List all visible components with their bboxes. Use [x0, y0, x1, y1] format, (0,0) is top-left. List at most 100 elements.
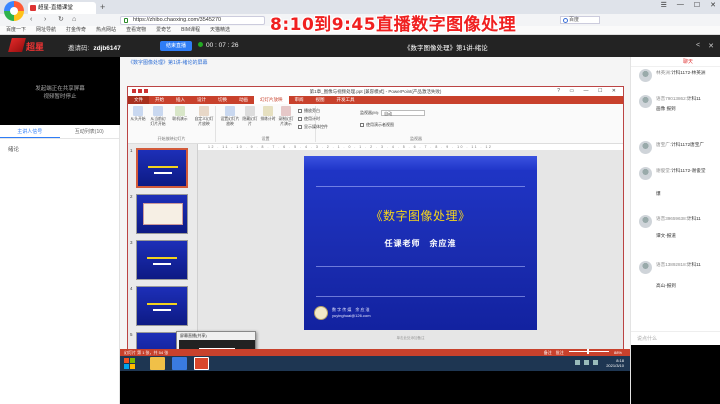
notes-comments-toggle[interactable]: 备注 批注 [544, 350, 564, 355]
rehearse-timings-button[interactable]: 排练计时 [260, 106, 276, 122]
window-controls: ☰ — ☐ ✕ [661, 1, 716, 9]
present-online-button[interactable]: 联机演示 [172, 106, 188, 122]
forward-icon[interactable]: › [44, 15, 46, 25]
undo-icon[interactable] [138, 89, 142, 93]
bookmark-item[interactable]: BIM课程 [181, 26, 200, 34]
thumbnail-image[interactable] [136, 148, 188, 188]
ribbon-group-label: 监视器 [410, 136, 422, 141]
bookmark-item[interactable]: 打金传奇 [66, 26, 86, 34]
ppt-tab-developer[interactable]: 开发工具 [331, 96, 361, 104]
hide-slide-button[interactable]: 隐藏幻灯片 [242, 106, 258, 126]
chat-author: 语音79013862:计科11 [656, 96, 701, 101]
maximize-icon[interactable]: ☐ [694, 1, 700, 9]
minimize-icon[interactable]: — [677, 1, 684, 9]
url-text: https://zhibo.chaoxing.com/3545270 [133, 17, 222, 23]
current-slide[interactable]: 《数字图像处理》 任课老师 余应淮 数 字 传 媒 余 应 淮 yuyinghu… [304, 156, 537, 330]
ppt-status-bar: 幻灯片 第 1 张，共 54 张 备注 批注 88% [120, 349, 630, 356]
monitor-select-value[interactable]: 自动 [381, 110, 426, 116]
thumbnail-image[interactable] [136, 286, 188, 326]
ppt-tab-home[interactable]: 开始 [149, 96, 170, 104]
breadcrumb[interactable]: 《数字图像处理》第1讲-绪论的屏幕 [128, 59, 207, 66]
bookmark-item[interactable]: 查看宠物 [126, 26, 146, 34]
browser-logo-icon[interactable] [4, 1, 24, 21]
close-icon[interactable]: ✕ [708, 42, 714, 50]
from-beginning-button[interactable]: 从头开始 [130, 106, 146, 122]
end-live-button[interactable]: 结束直播 [160, 41, 192, 51]
thumbnail-1[interactable]: 1 [130, 148, 196, 190]
bookmark-item[interactable]: 百度一下 [6, 26, 26, 34]
reload-icon[interactable]: ↻ [58, 15, 64, 25]
ppt-ribbon: 从头开始 从当前幻灯片开始 联机演示 自定义幻灯片放映 开始放映幻灯片 设置幻灯… [128, 104, 623, 144]
zoom-level[interactable]: 88% [614, 350, 622, 355]
chapter-item[interactable]: 绪论 [0, 139, 119, 159]
redo-icon[interactable] [144, 89, 148, 93]
checkbox-icon [360, 123, 364, 127]
browser-tab[interactable]: 超星-直播课堂 × [28, 2, 96, 14]
bookmark-item[interactable]: 网址导航 [36, 26, 56, 34]
thumbnail-image[interactable] [136, 194, 188, 234]
ppt-tab-review[interactable]: 审阅 [289, 96, 310, 104]
presenter-video: 发起端正在共享屏幕 视频暂时停止 [0, 57, 120, 125]
ppt-tab-view[interactable]: 视图 [310, 96, 331, 104]
powerpoint-window: 第1章_图像与视频处理.ppt [兼容模式] - PowerPoint(产品激活… [127, 86, 624, 381]
thumbnail-image[interactable] [136, 240, 188, 280]
close-window-icon[interactable]: ✕ [710, 1, 716, 9]
thumbnail-4[interactable]: 4 [130, 286, 196, 328]
ppt-window-controls[interactable]: ? ▭ — ☐ ✕ [557, 87, 620, 96]
chat-input[interactable]: 说点什么 [631, 331, 720, 345]
new-tab-button[interactable]: + [100, 2, 105, 12]
home-icon[interactable]: ⌂ [72, 15, 76, 25]
back-icon[interactable]: ‹ [30, 15, 32, 25]
ppt-tab-transitions[interactable]: 切换 [212, 96, 233, 104]
monitor-select[interactable]: 监视器(M): 自动 [360, 110, 426, 116]
avatar [639, 95, 652, 108]
left-tabs: 主讲人信号 互动列表(10) [0, 125, 119, 139]
browser-taskbar-icon[interactable] [172, 357, 187, 370]
tray-icon [584, 360, 589, 365]
tab-presenter-signal[interactable]: 主讲人信号 [0, 125, 60, 138]
save-icon[interactable] [132, 89, 136, 93]
powerpoint-taskbar-icon[interactable] [194, 357, 209, 370]
ppt-tab-animations[interactable]: 动画 [233, 96, 254, 104]
checkbox-icon [298, 109, 302, 113]
ppt-window-title: 第1章_图像与视频处理.ppt [兼容模式] - PowerPoint(产品激活… [309, 89, 442, 94]
taskbar-clock[interactable]: 8:18 2021/3/10 [606, 358, 624, 368]
check-narrations[interactable]: 播放旁白 [298, 108, 320, 114]
custom-show-button[interactable]: 自定义幻灯片放映 [194, 106, 214, 126]
screen-share-message-line1: 发起端正在共享屏幕 [35, 86, 85, 92]
avatar [639, 69, 652, 82]
record-show-button[interactable]: 录制幻灯片演示 [278, 106, 294, 126]
chat-tab[interactable]: 聊天 [631, 57, 720, 67]
thumbnail-3[interactable]: 3 [130, 240, 196, 282]
windows-start-icon[interactable] [124, 358, 136, 369]
ppt-tab-slideshow[interactable]: 幻灯片放映 [254, 96, 289, 104]
ppt-tab-file[interactable]: 文件 [128, 96, 149, 104]
bookmark-item[interactable]: 天猫精选 [210, 26, 230, 34]
share-icon[interactable]: < [696, 42, 700, 50]
setup-show-button[interactable]: 设置幻灯片放映 [220, 106, 240, 126]
notes-pane[interactable]: 单击此处添加备注 [198, 336, 623, 342]
search-input[interactable]: 百度 [560, 16, 600, 24]
tab-interaction-list[interactable]: 互动列表(10) [60, 125, 120, 138]
chat-author: 谢俊堂:计科1172-谢俊堂 [656, 168, 706, 173]
file-explorer-icon[interactable] [150, 357, 165, 370]
present-online-icon [175, 106, 185, 116]
check-timings[interactable]: 使用计时 [298, 116, 320, 122]
ppt-tab-insert[interactable]: 插入 [170, 96, 191, 104]
check-media-controls[interactable]: 显示媒体控件 [298, 124, 328, 130]
url-input[interactable]: https://zhibo.chaoxing.com/3545270 [120, 16, 265, 25]
bookmark-item[interactable]: 热点网站 [96, 26, 116, 34]
logo-text: 超星 [26, 43, 45, 53]
slide-footer: 数 字 传 媒 余 应 淮 yuyinghuai@126.com [314, 306, 404, 322]
zoom-slider[interactable] [568, 349, 609, 354]
popup-title: 屏幕直播(共享) [180, 333, 207, 338]
menu-icon[interactable]: ☰ [661, 1, 667, 9]
slide-footer-line2: yuyinghuai@126.com [332, 313, 371, 318]
check-presenter-view[interactable]: 使用演示者视图 [360, 122, 394, 128]
chat-text: 爆 [656, 191, 661, 196]
bookmark-item[interactable]: 爱奇艺 [156, 26, 171, 34]
ppt-tab-design[interactable]: 设计 [191, 96, 212, 104]
thumbnail-2[interactable]: 2 [130, 194, 196, 236]
from-current-button[interactable]: 从当前幻灯片开始 [150, 106, 166, 126]
ribbon-group-label: 设置 [261, 136, 270, 141]
